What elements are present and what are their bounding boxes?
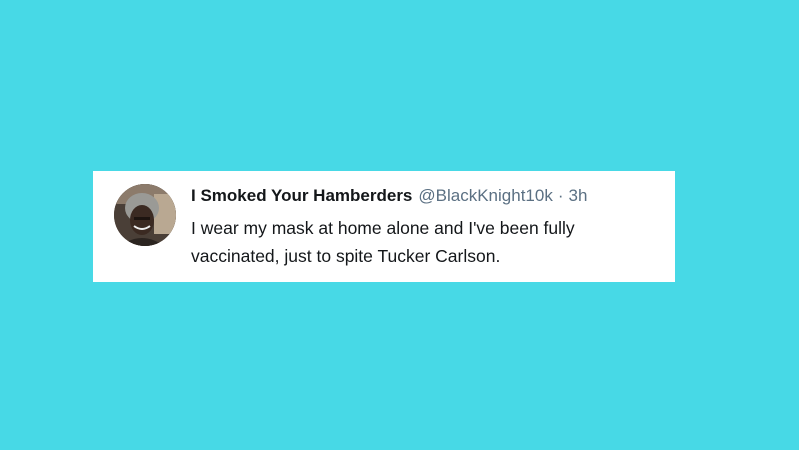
tweet-timestamp[interactable]: 3h <box>569 186 588 205</box>
avatar[interactable] <box>114 184 176 246</box>
tweet-text: I wear my mask at home alone and I've be… <box>191 218 575 266</box>
display-name[interactable]: I Smoked Your Hamberders <box>191 186 412 205</box>
avatar-photo-icon <box>114 184 176 246</box>
user-handle[interactable]: @BlackKnight10k <box>418 186 552 205</box>
tweet-card[interactable]: I Smoked Your Hamberders @BlackKnight10k ·… <box>93 171 675 282</box>
tweet-header: I Smoked Your Hamberders @BlackKnight10k ·… <box>191 185 587 207</box>
separator-dot: · <box>557 186 564 205</box>
